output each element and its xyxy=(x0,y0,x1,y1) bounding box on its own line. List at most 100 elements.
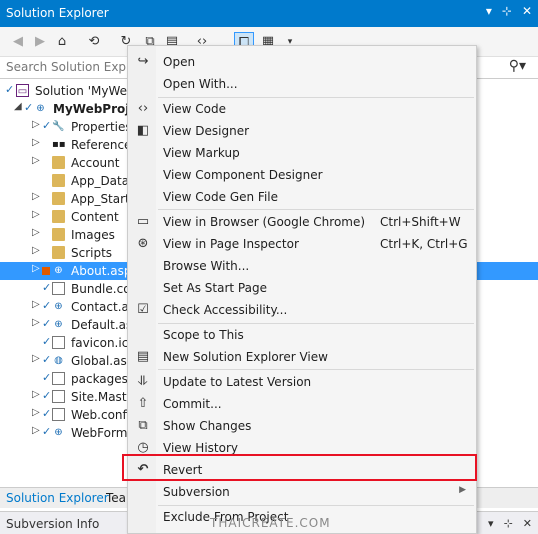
menu-item-label: View in Page Inspector xyxy=(163,237,299,251)
menu-item-label: View Code Gen File xyxy=(163,190,279,204)
aspx-icon: ⊕ xyxy=(54,427,63,438)
dropdown-icon[interactable]: ▾ xyxy=(488,517,494,530)
menu-item-open-with[interactable]: Open With... xyxy=(128,73,476,95)
tree-item-label: Content xyxy=(71,210,119,224)
collapsed-icon[interactable]: ▷ xyxy=(32,227,40,238)
global-icon: ◍ xyxy=(54,355,63,366)
config-icon xyxy=(52,282,65,295)
folder-icon xyxy=(52,246,65,259)
menu-item-label: Subversion xyxy=(163,485,230,499)
collapsed-icon[interactable]: ▷ xyxy=(32,353,40,364)
menu-item-view-markup[interactable]: View Markup xyxy=(128,142,476,164)
checkmark-icon: ✓ xyxy=(42,425,52,438)
tree-item-label: App_Data xyxy=(71,174,130,188)
folder-icon xyxy=(52,174,65,187)
menu-item-view-in-browser[interactable]: ▭ View in Browser (Google Chrome) Ctrl+S… xyxy=(128,211,476,233)
back-icon[interactable]: ◀ xyxy=(8,32,28,52)
collapsed-icon[interactable]: ▷ xyxy=(32,299,40,310)
menu-item-check-accessibility[interactable]: ☑ Check Accessibility... xyxy=(128,299,476,321)
menu-item-open[interactable]: ↪ Open xyxy=(128,51,476,73)
menu-item-scope-to-this[interactable]: Scope to This xyxy=(128,324,476,346)
collapsed-icon[interactable]: ▷ xyxy=(32,389,40,400)
menu-item-commit[interactable]: ⇧ Commit... xyxy=(128,393,476,415)
menu-item-show-changes[interactable]: ⧉ Show Changes xyxy=(128,415,476,437)
checkmark-icon: ✓ xyxy=(42,407,52,420)
submenu-arrow-icon: ▶ xyxy=(459,485,466,495)
file-icon xyxy=(52,336,65,349)
commit-icon: ⇧ xyxy=(137,396,149,411)
folder-icon xyxy=(52,210,65,223)
collapsed-icon[interactable]: ▷ xyxy=(32,191,40,202)
master-icon xyxy=(52,390,65,403)
tree-item-label: Contact.as xyxy=(71,300,136,314)
browser-icon: ▭ xyxy=(136,214,150,229)
tree-item-label: Account xyxy=(71,156,120,170)
collapsed-icon[interactable]: ▷ xyxy=(32,317,40,328)
folder-icon xyxy=(52,156,65,169)
modified-icon xyxy=(42,267,50,275)
collapsed-icon[interactable]: ▷ xyxy=(32,245,40,256)
subversion-info-title: Subversion Info xyxy=(6,517,100,531)
update-icon: ⥥ xyxy=(138,374,148,389)
menu-item-label: Commit... xyxy=(163,397,222,411)
config-icon xyxy=(52,372,65,385)
tree-item-label: App_Start xyxy=(71,192,130,206)
menu-item-update-to-latest-version[interactable]: ⥥ Update to Latest Version xyxy=(128,371,476,393)
menu-item-subversion[interactable]: Subversion ▶ xyxy=(128,481,476,503)
menu-item-view-code-gen-file[interactable]: View Code Gen File xyxy=(128,186,476,208)
collapsed-icon[interactable]: ▷ xyxy=(32,425,40,436)
solution-explorer-titlebar: Solution Explorer ▾ ⊹ ✕ xyxy=(0,0,538,27)
tree-item-label: Images xyxy=(71,228,115,242)
collapsed-icon[interactable]: ▷ xyxy=(32,407,40,418)
menu-item-shortcut: Ctrl+K, Ctrl+G xyxy=(380,237,468,251)
aspx-icon: ⊕ xyxy=(54,301,63,312)
expanded-icon[interactable]: ◢ xyxy=(14,101,22,112)
tab-solution-explorer[interactable]: Solution Explorer xyxy=(6,491,109,505)
menu-item-label: View in Browser (Google Chrome) xyxy=(163,215,366,229)
menu-item-view-code[interactable]: ‹› View Code xyxy=(128,98,476,120)
menu-item-label: View Component Designer xyxy=(163,168,323,182)
pin-icon[interactable]: ⊹ xyxy=(502,4,512,18)
menu-item-view-component-designer[interactable]: View Component Designer xyxy=(128,164,476,186)
changes-icon: ⧉ xyxy=(138,418,148,433)
tree-item-label: Web.confi xyxy=(71,408,131,422)
menu-item-label: Update to Latest Version xyxy=(163,375,312,389)
sync-icon[interactable]: ⟲ xyxy=(84,32,104,52)
menu-item-view-in-page-inspector[interactable]: ⊛ View in Page Inspector Ctrl+K, Ctrl+G xyxy=(128,233,476,255)
menu-item-set-as-start-page[interactable]: Set As Start Page xyxy=(128,277,476,299)
aspx-icon: ⊕ xyxy=(54,265,63,276)
checkmark-icon: ✓ xyxy=(42,119,52,132)
close-icon[interactable]: ✕ xyxy=(523,517,532,530)
open-icon: ↪ xyxy=(137,54,149,69)
pin-icon[interactable]: ⊹ xyxy=(504,517,513,530)
web-project-icon: ⊕ xyxy=(36,103,45,114)
menu-item-label: Open xyxy=(163,55,196,69)
collapsed-icon[interactable]: ▷ xyxy=(32,119,40,130)
menu-item-view-designer[interactable]: ◧ View Designer xyxy=(128,120,476,142)
collapsed-icon[interactable]: ▷ xyxy=(32,263,40,274)
menu-item-label: Set As Start Page xyxy=(163,281,267,295)
collapsed-icon[interactable]: ▷ xyxy=(32,155,40,166)
menu-item-browse-with[interactable]: Browse With... xyxy=(128,255,476,277)
dropdown-icon[interactable]: ▾ xyxy=(486,4,492,18)
home-icon[interactable]: ⌂ xyxy=(52,32,72,52)
tree-item-label: Site.Maste xyxy=(71,390,134,404)
checkmark-icon: ✓ xyxy=(42,389,52,402)
menu-item-new-solution-explorer-view[interactable]: ▤ New Solution Explorer View xyxy=(128,346,476,368)
folder-icon xyxy=(52,192,65,205)
collapsed-icon[interactable]: ▷ xyxy=(32,137,40,148)
menu-item-label: Open With... xyxy=(163,77,238,91)
collapsed-icon[interactable]: ▷ xyxy=(32,209,40,220)
menu-item-label: Browse With... xyxy=(163,259,250,273)
tree-item-label: Scripts xyxy=(71,246,113,260)
forward-icon[interactable]: ▶ xyxy=(30,32,50,52)
tab-team-explorer[interactable]: Tea xyxy=(106,491,126,505)
search-icon[interactable]: ⚲▾ xyxy=(509,58,526,74)
revert-highlight-box xyxy=(122,454,477,481)
inspector-icon: ⊛ xyxy=(137,236,149,251)
close-icon[interactable]: ✕ xyxy=(522,4,532,18)
new-view-icon: ▤ xyxy=(136,349,150,364)
aspx-icon: ⊕ xyxy=(54,319,63,330)
tree-item-label: About.asp xyxy=(71,264,132,278)
menu-item-label: View Designer xyxy=(163,124,250,138)
